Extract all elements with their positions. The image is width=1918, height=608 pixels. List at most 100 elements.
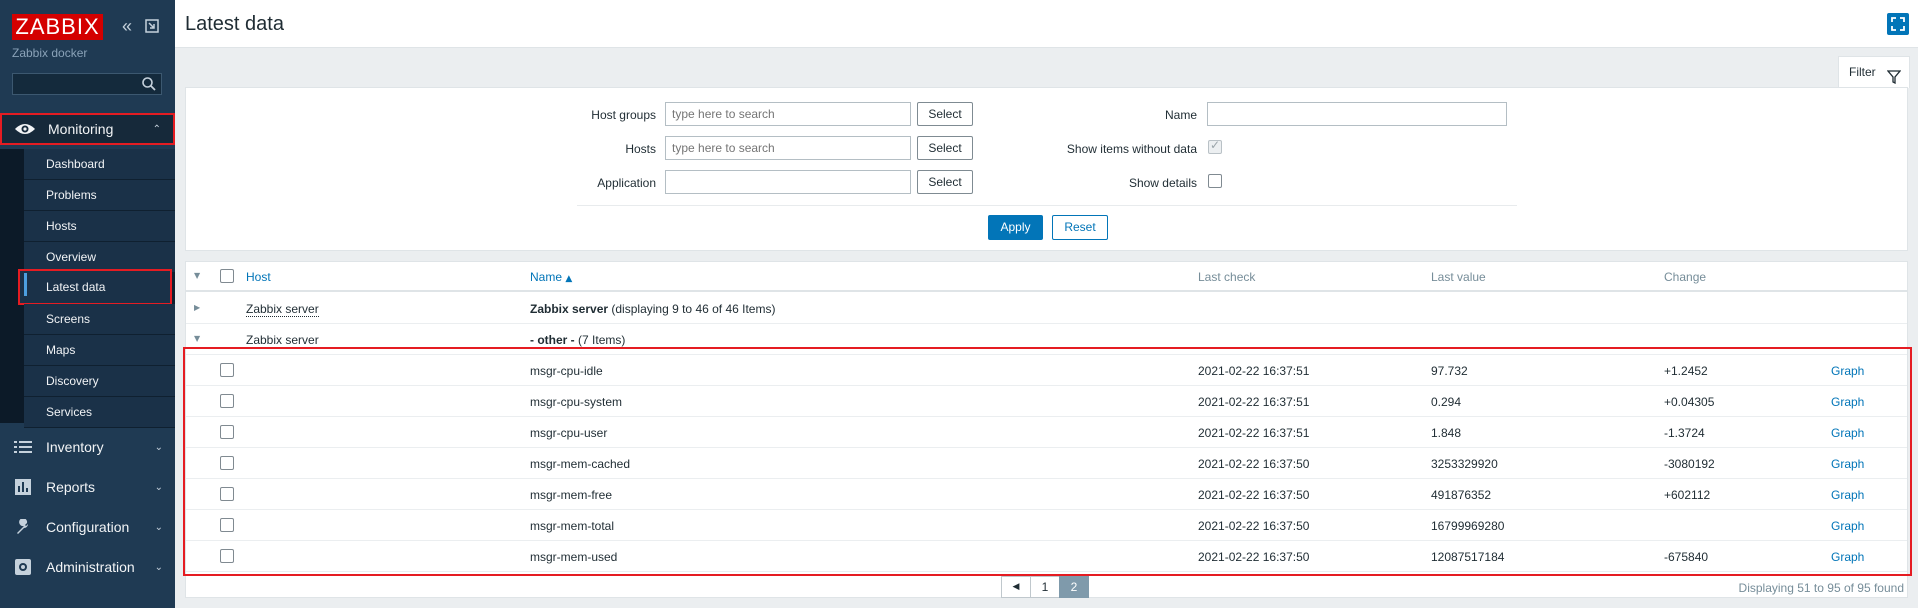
fullscreen-icon[interactable]	[1887, 13, 1909, 35]
row-checkbox[interactable]	[220, 487, 234, 501]
menu-inventory[interactable]: Inventory ⌄	[0, 431, 175, 463]
table-row: msgr-cpu-user 2021-02-22 16:37:51 1.848 …	[186, 417, 1907, 448]
select-all-checkbox[interactable]	[220, 269, 234, 283]
item-name: msgr-cpu-user	[530, 426, 608, 440]
submenu-screens[interactable]: Screens	[24, 304, 175, 335]
prev-page-button[interactable]: ◀	[1001, 576, 1031, 598]
item-name: msgr-cpu-idle	[530, 364, 603, 378]
hosts-input[interactable]	[665, 136, 911, 160]
page-1-button[interactable]: 1	[1030, 576, 1060, 598]
group-title: Zabbix server (displaying 9 to 46 of 46 …	[530, 302, 776, 316]
submenu-hosts[interactable]: Hosts	[24, 211, 175, 242]
item-last-check: 2021-02-22 16:37:51	[1198, 426, 1310, 440]
menu-administration[interactable]: Administration ⌄	[0, 551, 175, 583]
menu-label: Administration	[46, 559, 135, 575]
server-name: Zabbix docker	[12, 46, 88, 60]
item-last-check: 2021-02-22 16:37:50	[1198, 550, 1310, 564]
item-name: msgr-cpu-system	[530, 395, 623, 409]
group-row: ▶ Zabbix server Zabbix server (displayin…	[186, 293, 1907, 324]
chevron-down-icon: ⌄	[154, 561, 163, 573]
kiosk-mode-icon[interactable]	[142, 16, 162, 36]
column-change: Change	[1664, 270, 1707, 284]
item-change: +1.2452	[1664, 364, 1708, 378]
menu-label: Configuration	[46, 519, 130, 535]
filter-tab[interactable]: Filter	[1838, 56, 1910, 88]
group-host[interactable]: Zabbix server	[246, 333, 319, 348]
page-header: Latest data	[175, 0, 1918, 48]
collapse-all-toggle[interactable]: ▼	[194, 271, 200, 280]
group-row: ▼ Zabbix server - other - (7 Items)	[186, 324, 1907, 355]
host-groups-input[interactable]	[665, 102, 911, 126]
graph-link[interactable]: Graph	[1831, 426, 1864, 440]
column-name[interactable]: Name ▲	[530, 270, 572, 284]
application-select-button[interactable]: Select	[917, 170, 973, 194]
item-change: +0.04305	[1664, 395, 1715, 409]
name-label: Name	[1164, 108, 1197, 122]
item-last-value: 491876352	[1431, 488, 1492, 502]
item-name: msgr-mem-total	[530, 519, 615, 533]
submenu-latest-data[interactable]: Latest data	[18, 269, 172, 305]
application-input[interactable]	[665, 170, 911, 194]
item-last-value: 16799969280	[1431, 519, 1505, 533]
item-change: -3080192	[1664, 457, 1715, 471]
expand-group-toggle[interactable]: ▶	[194, 303, 200, 312]
graph-link[interactable]: Graph	[1831, 395, 1864, 409]
menu-reports[interactable]: Reports ⌄	[0, 471, 175, 503]
page-2-button[interactable]: 2	[1059, 576, 1089, 598]
submenu-maps[interactable]: Maps	[24, 335, 175, 366]
item-last-check: 2021-02-22 16:37:51	[1198, 395, 1310, 409]
submenu-problems[interactable]: Problems	[24, 180, 175, 211]
submenu-discovery[interactable]: Discovery	[24, 366, 175, 397]
row-checkbox[interactable]	[220, 456, 234, 470]
table-row: msgr-cpu-idle 2021-02-22 16:37:51 97.732…	[186, 355, 1907, 386]
graph-link[interactable]: Graph	[1831, 550, 1864, 564]
reset-button[interactable]: Reset	[1052, 215, 1108, 240]
column-host[interactable]: Host	[246, 270, 271, 284]
menu-configuration[interactable]: Configuration ⌄	[0, 511, 175, 543]
row-checkbox[interactable]	[220, 363, 234, 377]
latest-data-table: ▼ Host Name ▲ Last check Last value Chan…	[185, 261, 1908, 598]
table-row: msgr-mem-used 2021-02-22 16:37:50 120875…	[186, 541, 1907, 572]
hosts-label: Hosts	[625, 142, 656, 156]
table-header: ▼ Host Name ▲ Last check Last value Chan…	[186, 262, 1907, 292]
filter-divider	[577, 205, 1517, 206]
menu-label: Monitoring	[48, 121, 114, 137]
item-change: -1.3724	[1664, 426, 1705, 440]
host-groups-select-button[interactable]: Select	[917, 102, 973, 126]
item-last-value: 0.294	[1431, 395, 1462, 409]
group-host[interactable]: Zabbix server	[246, 302, 319, 317]
table-row: msgr-mem-free 2021-02-22 16:37:50 491876…	[186, 479, 1907, 510]
submenu-services[interactable]: Services	[24, 397, 175, 428]
row-checkbox[interactable]	[220, 394, 234, 408]
sidebar-search-input[interactable]	[12, 73, 162, 95]
search-icon[interactable]	[141, 76, 157, 92]
chevron-down-icon: ⌄	[154, 521, 163, 533]
filter-panel: Host groups Select Hosts Select Applicat…	[185, 87, 1908, 251]
show-details-checkbox[interactable]	[1208, 174, 1222, 188]
filter-tab-label: Filter	[1849, 65, 1876, 79]
name-input[interactable]	[1207, 102, 1507, 126]
row-checkbox[interactable]	[220, 425, 234, 439]
collapse-sidebar-icon[interactable]: «	[117, 16, 137, 36]
row-checkbox[interactable]	[220, 518, 234, 532]
column-last-check: Last check	[1198, 270, 1256, 284]
graph-link[interactable]: Graph	[1831, 364, 1864, 378]
zabbix-logo[interactable]: ZABBIX	[12, 14, 103, 40]
group-title: - other - (7 Items)	[530, 333, 626, 347]
menu-monitoring[interactable]: Monitoring ⌃	[0, 113, 175, 145]
host-groups-label: Host groups	[591, 108, 656, 122]
graph-link[interactable]: Graph	[1831, 457, 1864, 471]
menu-label: Inventory	[46, 439, 104, 455]
show-items-without-data-label: Show items without data	[1066, 142, 1197, 156]
sort-asc-icon: ▲	[565, 274, 573, 284]
show-items-without-data-checkbox[interactable]	[1208, 138, 1222, 154]
submenu-dashboard[interactable]: Dashboard	[24, 149, 175, 180]
table-row: msgr-mem-total 2021-02-22 16:37:50 16799…	[186, 510, 1907, 541]
graph-link[interactable]: Graph	[1831, 519, 1864, 533]
hosts-select-button[interactable]: Select	[917, 136, 973, 160]
graph-link[interactable]: Graph	[1831, 488, 1864, 502]
row-checkbox[interactable]	[220, 549, 234, 563]
apply-button[interactable]: Apply	[988, 215, 1043, 240]
item-last-value: 3253329920	[1431, 457, 1498, 471]
collapse-group-toggle[interactable]: ▼	[194, 334, 200, 343]
